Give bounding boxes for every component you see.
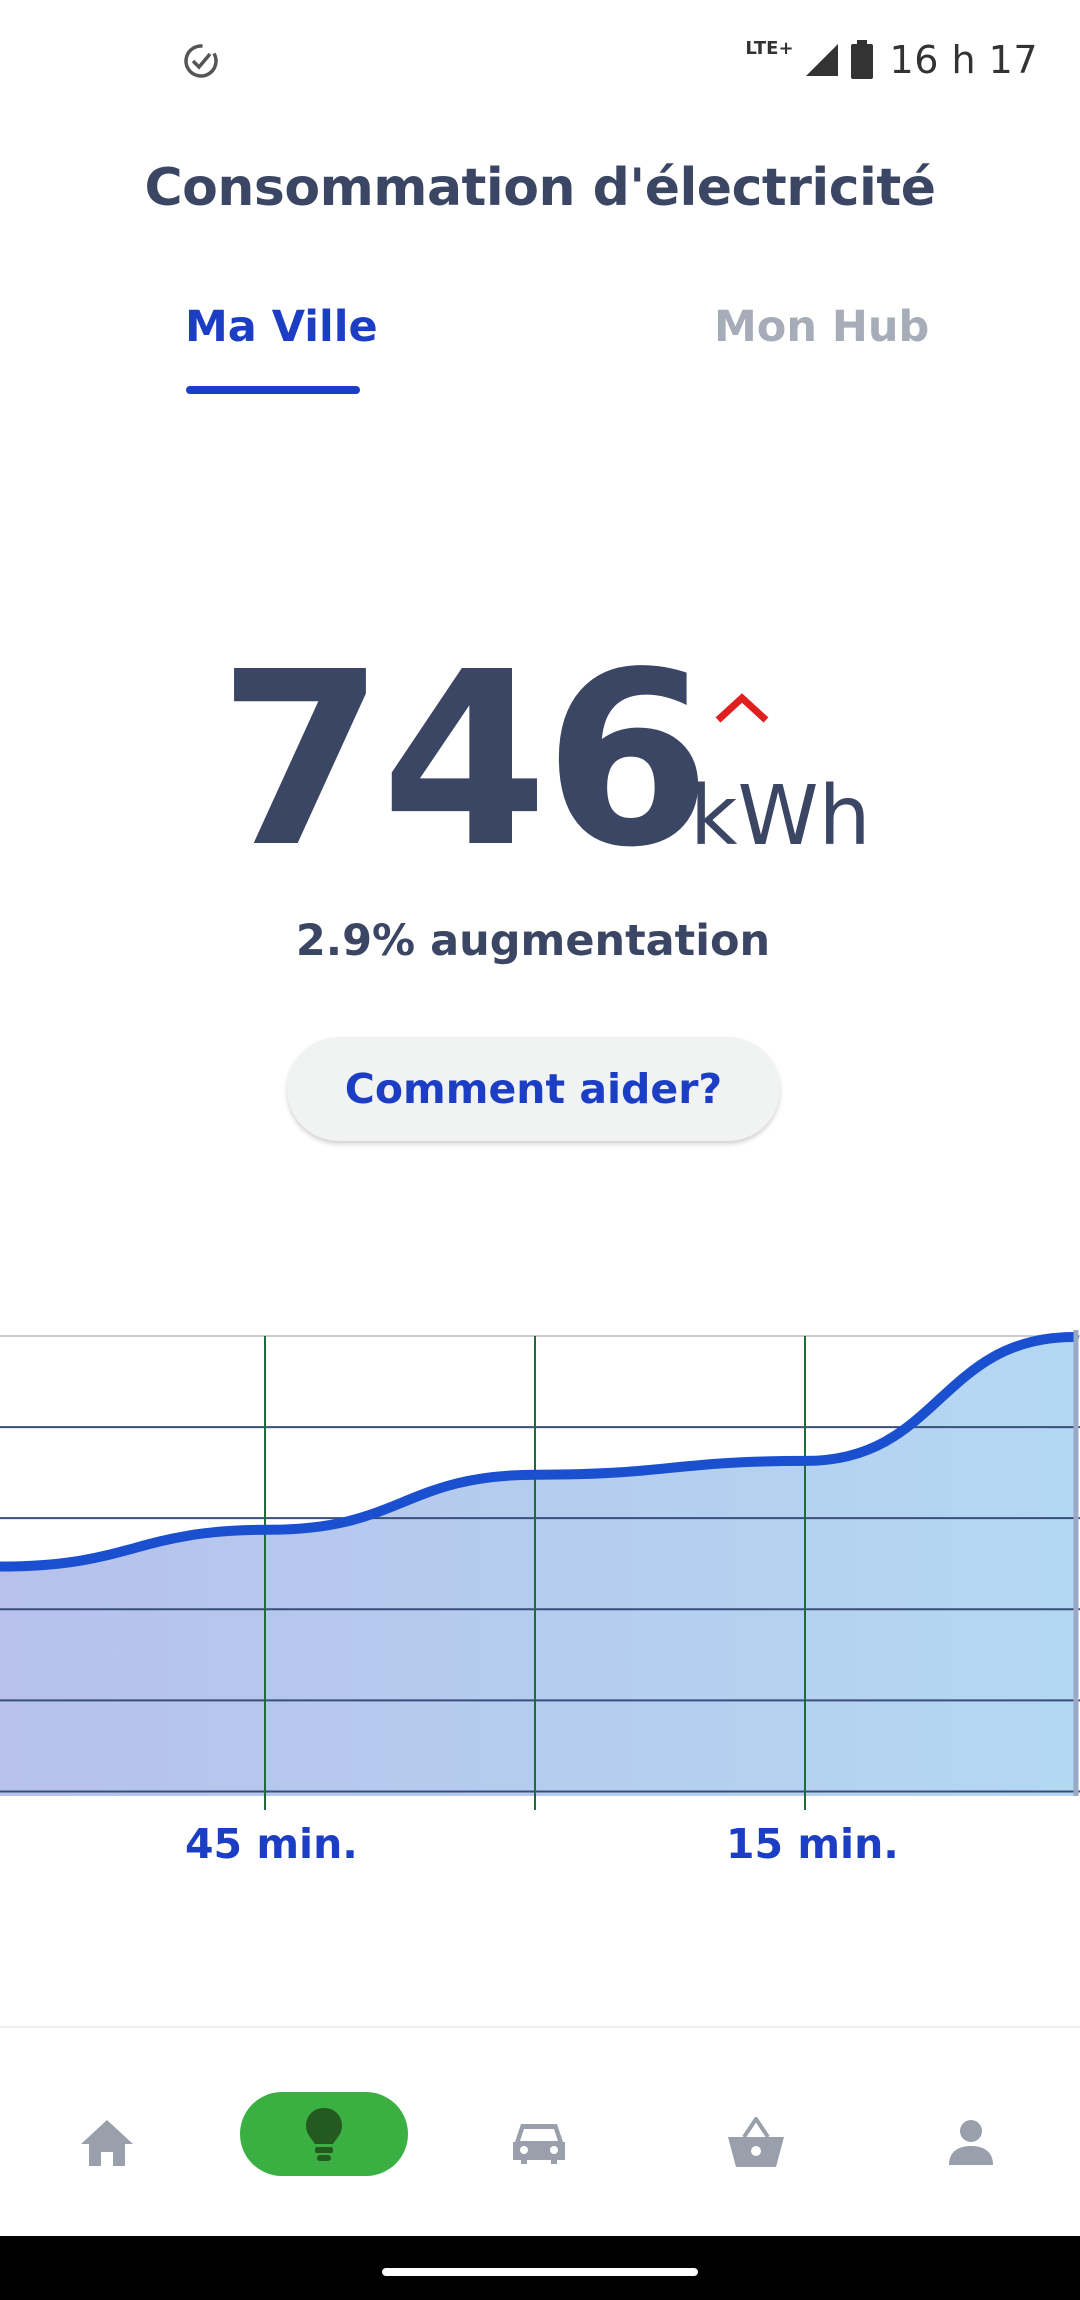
change-percentage: 2.9% augmentation [295,916,771,966]
battery-icon [850,40,873,79]
car-icon [513,2124,565,2164]
x-axis-label: 45 min. [185,1820,358,1868]
help-button[interactable]: Comment aider? [287,1037,780,1141]
trend-up-icon [715,693,769,723]
x-axis-label: 15 min. [726,1820,899,1868]
basket-icon [728,2117,784,2167]
consumption-value: 746 [218,620,711,900]
bottom-nav [0,2026,1080,2238]
nav-shop[interactable] [701,2088,811,2198]
task-check-icon [184,44,218,78]
consumption-chart [0,1330,1080,1810]
nav-home[interactable] [52,2088,162,2198]
nav-energy[interactable] [240,2092,408,2176]
tab-mon-hub[interactable]: Mon Hub [714,302,929,352]
nav-profile[interactable] [916,2088,1026,2198]
network-type: LTE+ [745,38,794,59]
lightbulb-icon [306,2108,342,2161]
page-title: Consommation d'électricité [144,158,937,218]
home-gesture-handle[interactable] [382,2268,698,2276]
home-icon [81,2120,133,2166]
person-icon [949,2120,993,2165]
clock: 16 h 17 [889,38,1038,82]
consumption-unit: kWh [690,769,871,864]
tab-ma-ville[interactable]: Ma Ville [185,302,378,352]
nav-transport[interactable] [484,2088,594,2198]
status-bar: LTE+ 16 h 17 [0,0,1080,120]
signal-icon [805,44,838,76]
active-tab-indicator [186,386,360,394]
status-indicators: LTE+ 16 h 17 [745,34,1038,86]
gesture-bar [0,2236,1080,2300]
tab-bar: Ma Ville Mon Hub [0,290,1080,400]
chart-area [0,1337,1074,1796]
